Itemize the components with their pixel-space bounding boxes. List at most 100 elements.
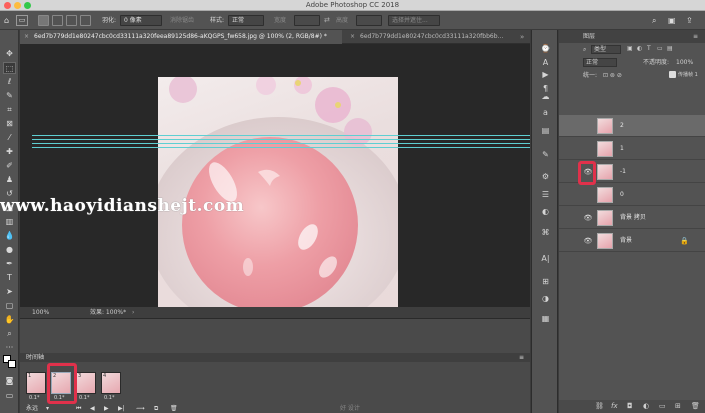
layer-name[interactable]: 背景 <box>620 230 632 252</box>
close-tab-icon[interactable]: × <box>24 30 29 44</box>
glyphs-icon[interactable]: a <box>538 106 553 119</box>
move-tool-icon[interactable]: ✥ <box>3 48 16 60</box>
path-select-icon[interactable]: ➤ <box>3 286 16 298</box>
subtract-selection-icon[interactable] <box>66 15 77 26</box>
clone-source-icon[interactable]: ⚙ <box>538 170 553 183</box>
color-icon[interactable]: ⊞ <box>538 275 553 288</box>
zoom-icon[interactable]: ⌕ <box>3 328 16 340</box>
play-icon[interactable]: ▶ <box>104 404 109 413</box>
swatches-icon[interactable]: ◑ <box>538 292 553 305</box>
animation-frame[interactable]: 1 <box>26 372 46 394</box>
antialias-checkbox[interactable]: 消除锯齿 <box>170 15 194 26</box>
rectangular-marquee-icon[interactable]: ⬚ <box>3 62 16 74</box>
tab-layers[interactable]: 图层 <box>583 30 595 43</box>
notes-icon[interactable]: ▤ <box>538 124 553 137</box>
zoom-readout[interactable]: 100% <box>32 307 49 318</box>
share-icon[interactable]: ⇪ <box>686 15 693 26</box>
clone-stamp-icon[interactable]: ♟ <box>3 174 16 186</box>
panel-menu-icon[interactable]: ≡ <box>693 30 698 43</box>
layer-row[interactable]: 👁 背景 拷贝 <box>559 207 705 229</box>
quick-select-icon[interactable]: ✎ <box>3 90 16 102</box>
adjustments-icon[interactable]: ◐ <box>538 205 553 218</box>
eyedropper-icon[interactable]: ⁄ <box>3 132 16 144</box>
filter-pixel-icon[interactable]: ▣ <box>627 45 633 52</box>
lock-icon[interactable]: 🔒 <box>680 230 689 252</box>
width-input[interactable] <box>294 15 320 26</box>
select-and-mask-button[interactable]: 选择并遮住... <box>388 15 440 26</box>
layer-name[interactable]: 1 <box>620 138 624 160</box>
tab-document-inactive[interactable]: × 6ed7b779dd1e80247cbc0cd33111a320fbb6b.… <box>346 30 526 44</box>
opacity-value[interactable]: 100% <box>676 58 693 67</box>
previous-frame-icon[interactable]: ◀ <box>90 404 95 413</box>
text-style-icon[interactable]: A| <box>538 252 553 265</box>
crop-icon[interactable]: ⌗ <box>3 104 16 116</box>
history-icon[interactable]: ⌚ <box>538 42 553 55</box>
layer-name[interactable]: 0 <box>620 184 624 206</box>
layer-row[interactable]: 👁 背景 🔒 <box>559 230 705 252</box>
group-icon[interactable]: ▭ <box>659 400 666 413</box>
link-icon[interactable]: ⛓ <box>595 400 604 413</box>
adjustment-icon[interactable]: ◐ <box>643 400 649 413</box>
fx-icon[interactable]: fx <box>611 400 618 413</box>
marquee-tool-icon[interactable]: ▭ <box>16 15 28 26</box>
blur-icon[interactable]: 💧 <box>3 230 16 242</box>
frame-delay[interactable]: 0.1* <box>104 395 114 401</box>
more-tools-icon[interactable]: ··· <box>3 342 16 354</box>
workspace-icon[interactable]: ▣ <box>668 15 676 26</box>
libraries-icon[interactable]: ⌘ <box>538 226 553 239</box>
style-select[interactable]: 正常 <box>228 15 264 26</box>
duplicate-frame-icon[interactable]: ⧉ <box>154 404 158 413</box>
channels-icon[interactable]: ▦ <box>538 312 553 325</box>
screen-mode-icon[interactable]: ▭ <box>3 390 16 402</box>
search-icon[interactable]: ⌕ <box>652 15 656 26</box>
home-icon[interactable]: ⌂ <box>4 15 9 26</box>
brush-icon[interactable]: ✐ <box>3 160 16 172</box>
height-input[interactable] <box>356 15 382 26</box>
quick-mask-icon[interactable]: ◙ <box>3 375 16 387</box>
filter-adjust-icon[interactable]: ◐ <box>637 45 642 52</box>
guide-line[interactable] <box>32 139 530 140</box>
layer-row[interactable]: 1 <box>559 138 705 160</box>
tab-document-active[interactable]: × 6ed7b779dd1e80247cbc0cd33111a320feea89… <box>20 30 342 44</box>
paragraph-icon[interactable]: ¶ <box>538 82 553 95</box>
delete-frame-icon[interactable]: 🗑 <box>170 404 178 413</box>
first-frame-icon[interactable]: ⏮ <box>76 404 81 413</box>
type-tool-icon[interactable]: T <box>3 272 16 284</box>
play-action-icon[interactable]: ▶ <box>538 68 553 81</box>
tabs-overflow-icon[interactable]: » <box>520 30 524 44</box>
frame-delay[interactable]: 0.1* <box>79 395 89 401</box>
loop-select[interactable]: 永远 <box>26 404 38 413</box>
guide-line[interactable] <box>32 135 530 136</box>
status-menu-icon[interactable]: › <box>132 307 134 318</box>
layer-name[interactable]: -1 <box>620 161 626 183</box>
filter-shape-icon[interactable]: ▭ <box>657 45 663 52</box>
swap-icon[interactable]: ⇄ <box>324 15 330 26</box>
add-selection-icon[interactable] <box>52 15 63 26</box>
frame-tool-icon[interactable]: ⊠ <box>3 118 16 130</box>
hand-icon[interactable]: ✋ <box>3 314 16 326</box>
trash-icon[interactable]: 🗑 <box>691 400 700 413</box>
shape-tool-icon[interactable]: ▢ <box>3 300 16 312</box>
guide-line[interactable] <box>32 147 530 148</box>
character-icon[interactable]: A <box>538 56 553 69</box>
filter-smart-icon[interactable]: ▤ <box>667 45 673 52</box>
loop-dropdown-icon[interactable]: ▾ <box>46 404 49 413</box>
dodge-icon[interactable]: ● <box>3 244 16 256</box>
next-frame-icon[interactable]: ▶| <box>118 404 125 413</box>
guide-line[interactable] <box>32 143 530 144</box>
unify-icons[interactable]: ⊡ ⊚ ⊘ <box>603 71 622 80</box>
new-layer-icon[interactable]: ⊞ <box>675 400 681 413</box>
feather-input[interactable]: 0 像素 <box>120 15 162 26</box>
propagate-checkbox[interactable] <box>669 71 676 78</box>
panel-menu-icon[interactable]: ≡ <box>519 353 524 362</box>
layer-name[interactable]: 2 <box>620 115 624 137</box>
filter-type-icon[interactable]: T <box>647 45 651 52</box>
pen-icon[interactable]: ✒ <box>3 258 16 270</box>
doc-info[interactable]: 效果: 100%* <box>90 307 126 318</box>
mask-icon[interactable]: ◘ <box>627 400 633 413</box>
brush-settings-icon[interactable]: ✎ <box>538 148 553 161</box>
layer-row[interactable]: 0 <box>559 184 705 206</box>
layer-name[interactable]: 背景 拷贝 <box>620 207 646 229</box>
new-selection-icon[interactable] <box>38 15 49 26</box>
animation-frame[interactable]: 4 <box>101 372 121 394</box>
